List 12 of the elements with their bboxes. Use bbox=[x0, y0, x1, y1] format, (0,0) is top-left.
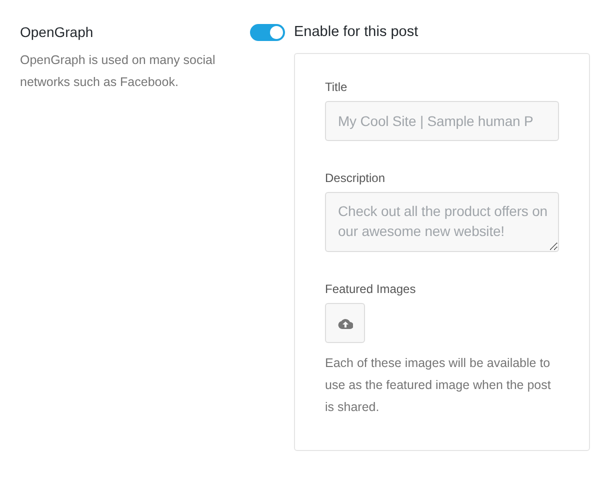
toggle-label: Enable for this post bbox=[294, 24, 418, 40]
upload-button[interactable] bbox=[325, 303, 365, 343]
cloud-upload-icon bbox=[338, 318, 352, 328]
section-description: OpenGraph is used on many social networks such as Facebook. bbox=[20, 52, 216, 91]
field-label: Description bbox=[325, 171, 386, 185]
description-field[interactable]: Check out all the product offers on our awesome new website! bbox=[325, 192, 559, 252]
field-label: Featured Images bbox=[325, 282, 417, 296]
section-title: OpenGraph bbox=[20, 23, 94, 42]
toggle-switch[interactable] bbox=[250, 24, 285, 40]
field-label: Title bbox=[325, 80, 348, 94]
title-field[interactable]: My Cool Site | Sample human P bbox=[325, 101, 559, 141]
help-text: Each of these images will be available to use as the featured image when the post is shared. bbox=[325, 355, 552, 416]
